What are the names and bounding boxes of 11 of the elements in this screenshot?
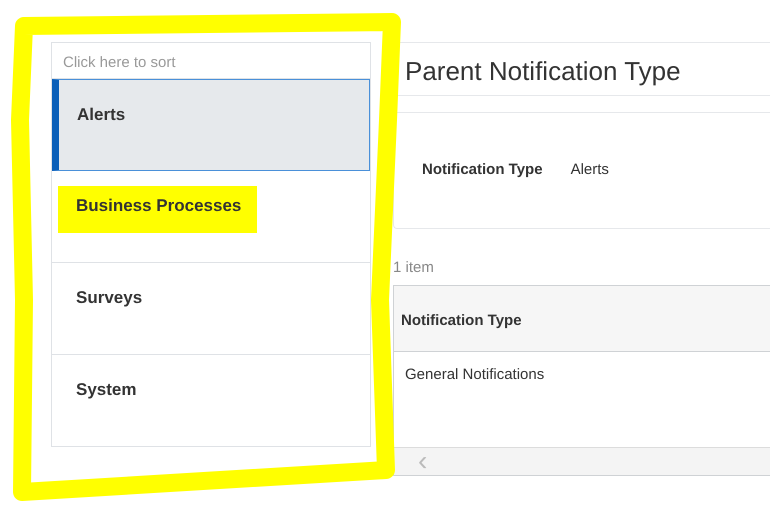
category-item[interactable]: System: [52, 355, 370, 446]
category-item[interactable]: Business Processes: [52, 171, 370, 263]
category-item[interactable]: Alerts: [52, 79, 370, 171]
field-label: Notification Type: [422, 160, 543, 180]
page-title: Parent Notification Type: [393, 42, 770, 96]
table-cell-text: General Notifications: [404, 365, 546, 386]
category-item[interactable]: Surveys: [52, 263, 370, 355]
item-count: 1 item: [393, 258, 435, 278]
field-value: Alerts: [570, 160, 609, 180]
column-header[interactable]: Notification Type: [394, 286, 770, 352]
highlighted-label: Business Processes: [58, 186, 258, 233]
